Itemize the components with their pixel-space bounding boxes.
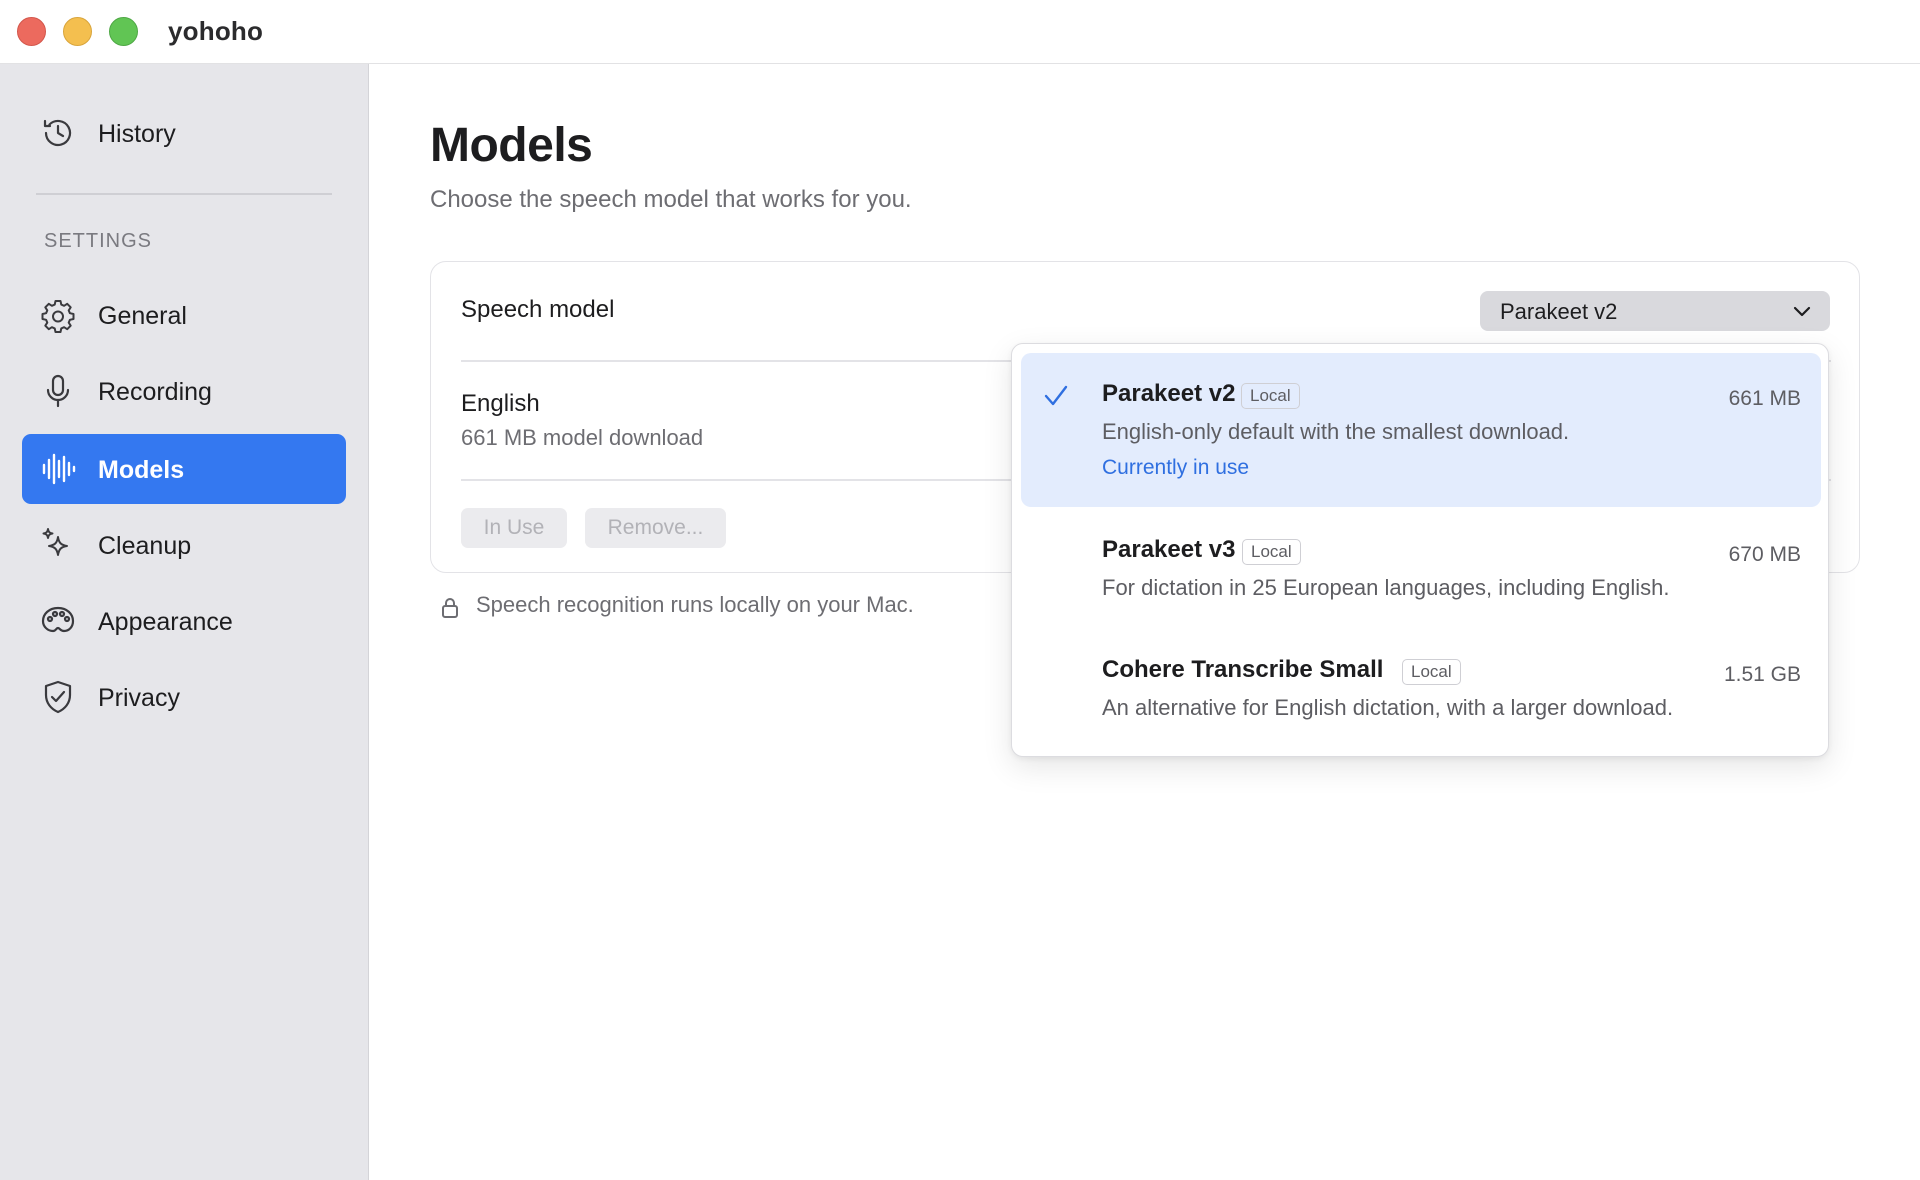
sidebar-divider	[36, 193, 332, 195]
palette-icon	[40, 603, 76, 639]
sidebar-item-history[interactable]: History	[22, 98, 346, 168]
model-language: English	[461, 390, 540, 417]
sidebar-item-label: History	[98, 120, 176, 148]
sidebar-item-label: General	[98, 302, 187, 330]
sidebar-item-label: Models	[98, 456, 185, 484]
model-option-cohere-transcribe-small[interactable]: Cohere Transcribe Small Local 1.51 GB An…	[1021, 634, 1821, 744]
model-option-description: For dictation in 25 European languages, …	[1102, 575, 1670, 600]
history-icon	[40, 115, 76, 151]
shield-check-icon	[40, 679, 76, 715]
sidebar-item-models[interactable]: Models	[22, 434, 346, 504]
sidebar-item-label: Privacy	[98, 684, 180, 712]
app-title: yohoho	[168, 16, 264, 46]
gear-icon	[40, 297, 76, 333]
in-use-button[interactable]: In Use	[461, 508, 567, 548]
chevron-down-icon	[1792, 301, 1812, 321]
sparkles-icon	[40, 527, 76, 563]
remove-button[interactable]: Remove...	[585, 508, 726, 548]
sidebar-item-privacy[interactable]: Privacy	[22, 662, 346, 732]
sidebar-item-label: Appearance	[98, 608, 233, 636]
sidebar-item-cleanup[interactable]: Cleanup	[22, 510, 346, 580]
sidebar-item-label: Recording	[98, 378, 212, 406]
lock-icon	[440, 596, 460, 620]
model-option-description: English-only default with the smallest d…	[1102, 419, 1570, 444]
speech-model-label: Speech model	[461, 296, 615, 323]
model-option-name: Parakeet v2	[1102, 380, 1236, 407]
speech-model-select[interactable]: Parakeet v2	[1480, 291, 1830, 331]
microphone-icon	[40, 373, 76, 409]
sidebar-item-appearance[interactable]: Appearance	[22, 586, 346, 656]
model-option-size: 661 MB	[1728, 387, 1801, 410]
close-window-button[interactable]	[17, 17, 46, 46]
zoom-window-button[interactable]	[109, 17, 138, 46]
app-window: yohoho History SETTINGS General Recordin…	[0, 0, 1920, 1180]
model-option-name: Parakeet v3	[1102, 536, 1236, 563]
model-option-parakeet-v3[interactable]: Parakeet v3 Local 670 MB For dictation i…	[1021, 514, 1821, 624]
model-dropdown-menu: Parakeet v2 Local 661 MB English-only de…	[1011, 343, 1829, 757]
waveform-icon	[40, 451, 76, 487]
speech-model-select-value: Parakeet v2	[1500, 299, 1618, 324]
local-badge: Local	[1242, 539, 1301, 565]
page-title: Models	[430, 119, 593, 172]
model-option-description: An alternative for English dictation, wi…	[1102, 695, 1674, 720]
model-option-parakeet-v2[interactable]: Parakeet v2 Local 661 MB English-only de…	[1021, 353, 1821, 507]
local-badge: Local	[1402, 659, 1461, 685]
title-bar: yohoho	[0, 0, 1920, 64]
checkmark-icon	[1043, 383, 1069, 409]
minimize-window-button[interactable]	[63, 17, 92, 46]
model-option-size: 670 MB	[1728, 543, 1801, 566]
model-download-size: 661 MB model download	[461, 425, 704, 450]
sidebar-item-general[interactable]: General	[22, 280, 346, 350]
sidebar-item-label: Cleanup	[98, 532, 192, 560]
model-option-size: 1.51 GB	[1723, 663, 1801, 686]
privacy-footnote-text: Speech recognition runs locally on your …	[476, 592, 914, 617]
sidebar: History SETTINGS General Recording Model…	[0, 64, 369, 1180]
local-badge: Local	[1241, 383, 1300, 409]
model-option-name: Cohere Transcribe Small	[1102, 656, 1384, 683]
page-subtitle: Choose the speech model that works for y…	[430, 186, 912, 213]
model-option-status: Currently in use	[1102, 456, 1250, 479]
settings-section-label: SETTINGS	[44, 230, 153, 252]
sidebar-item-recording[interactable]: Recording	[22, 356, 346, 426]
